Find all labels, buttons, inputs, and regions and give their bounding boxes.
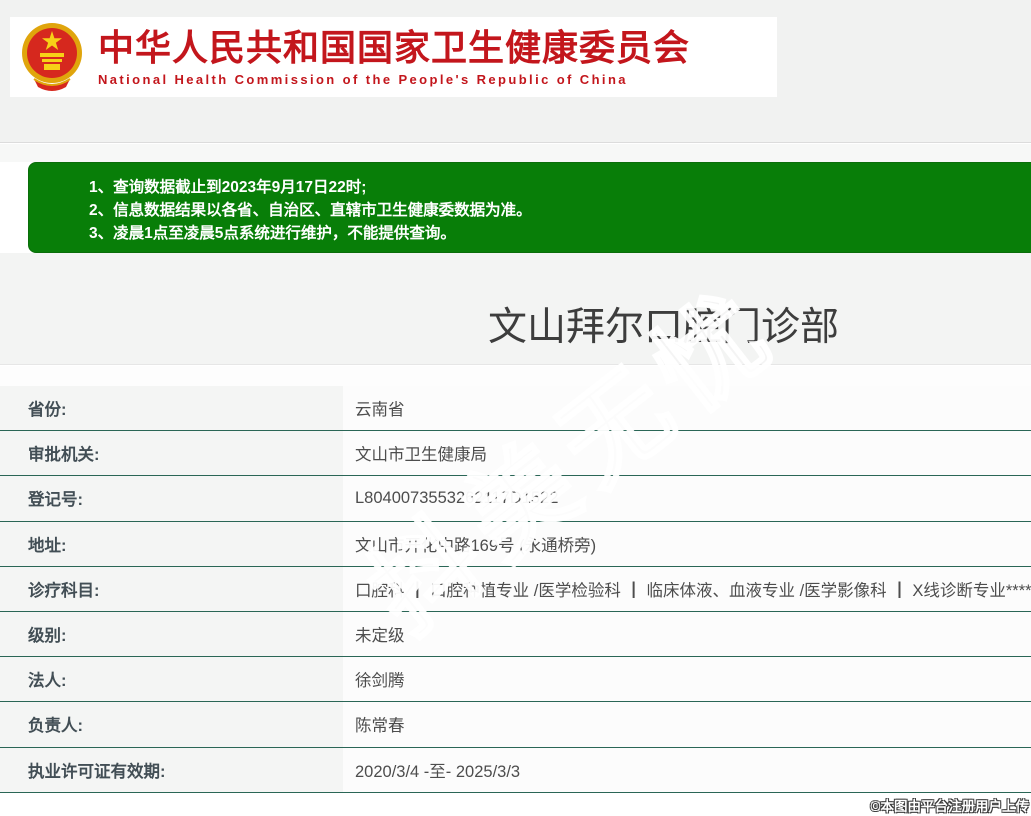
row-label: 级别: bbox=[0, 611, 343, 657]
row-label: 审批机关: bbox=[0, 431, 343, 476]
table-row-person-in-charge: 负责人: 陈常春 bbox=[0, 702, 1031, 748]
row-value: 云南省 bbox=[343, 386, 1031, 431]
table-row-approval-authority: 审批机关: 文山市卫生健康局 bbox=[0, 431, 1031, 477]
row-value: 未定级 bbox=[343, 611, 1031, 657]
header-titles: 中华人民共和国国家卫生健康委员会 National Health Commiss… bbox=[98, 27, 690, 87]
table-row-license-validity: 执业许可证有效期: 2020/3/4 -至- 2025/3/3 bbox=[0, 747, 1031, 793]
table-row-address: 地址: 文山市开化中路169号 (永通桥旁) bbox=[0, 521, 1031, 567]
row-label: 登记号: bbox=[0, 476, 343, 521]
row-label: 执业许可证有效期: bbox=[0, 747, 343, 792]
row-label: 法人: bbox=[0, 657, 343, 702]
notice-line-3: 3、凌晨1点至凌晨5点系统进行维护，不能提供查询。 bbox=[89, 225, 456, 242]
row-value: L8040073553262117D1522 bbox=[343, 476, 1031, 521]
row-value: 文山市卫生健康局 bbox=[343, 431, 1031, 476]
upload-attribution-watermark: ©本图由平台注册用户上传 bbox=[870, 799, 1029, 814]
title-table-gap bbox=[0, 366, 1031, 386]
row-value: 2020/3/4 -至- 2025/3/3 bbox=[343, 747, 1031, 792]
row-value: 徐剑腾 bbox=[343, 657, 1031, 702]
row-label: 负责人: bbox=[0, 702, 343, 747]
notice-line-1: 1、查询数据截止到2023年9月17日22时; bbox=[89, 179, 367, 196]
table-row-legal-person: 法人: 徐剑腾 bbox=[0, 657, 1031, 703]
header-title-english: National Health Commission of the People… bbox=[98, 72, 628, 88]
institution-info-table: 省份: 云南省 审批机关: 文山市卫生健康局 登记号: L80400735532… bbox=[0, 386, 1031, 793]
table-row-treatment-subjects: 诊疗科目: 口腔科 ┃ 口腔种植专业 /医学检验科 ┃ 临床体液、血液专业 /医… bbox=[0, 566, 1031, 612]
table-row-province: 省份: 云南省 bbox=[0, 386, 1031, 432]
notice-box: 1、查询数据截止到2023年9月17日22时; 2、信息数据结果以各省、自治区、… bbox=[28, 162, 1031, 253]
table-row-level: 级别: 未定级 bbox=[0, 611, 1031, 658]
row-label: 诊疗科目: bbox=[0, 566, 343, 611]
national-emblem-icon bbox=[22, 23, 82, 91]
institution-name-title: 文山拜尔口腔门诊部 bbox=[488, 306, 840, 349]
sub-header-strip bbox=[0, 144, 1031, 162]
row-value: 陈常春 bbox=[343, 702, 1031, 747]
row-value: 口腔科 ┃ 口腔种植专业 /医学检验科 ┃ 临床体液、血液专业 /医学影像科 ┃… bbox=[343, 566, 1031, 611]
notice-line-2: 2、信息数据结果以各省、自治区、直辖市卫生健康委数据为准。 bbox=[89, 202, 532, 219]
row-label: 省份: bbox=[0, 386, 343, 431]
header-title-chinese: 中华人民共和国国家卫生健康委员会 bbox=[98, 26, 691, 68]
site-header: 中华人民共和国国家卫生健康委员会 National Health Commiss… bbox=[10, 17, 777, 97]
table-row-registration-number: 登记号: L8040073553262117D1522 bbox=[0, 476, 1031, 522]
row-label: 地址: bbox=[0, 521, 343, 566]
row-value: 文山市开化中路169号 (永通桥旁) bbox=[343, 521, 1031, 566]
